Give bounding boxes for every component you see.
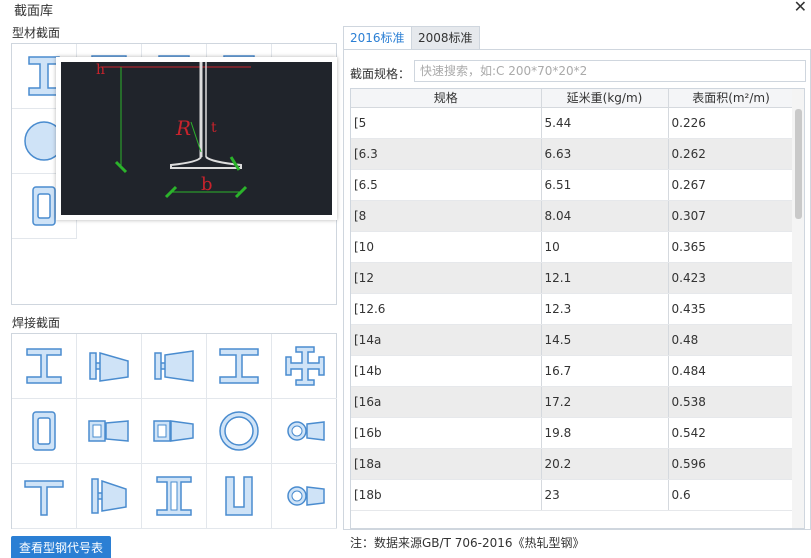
cell-area: 0.6 — [668, 479, 795, 511]
section-preview-popup: h R t b — [56, 57, 337, 220]
channel-section-drawing: h R t b — [96, 62, 251, 199]
cell-area: 0.307 — [668, 200, 795, 232]
welded-double-channel[interactable] — [142, 464, 207, 529]
cell-spec: [14a — [351, 324, 542, 356]
welded-panel — [11, 333, 337, 529]
table-row[interactable]: [14b 16.7 0.484 — [351, 355, 795, 387]
table-row[interactable]: [16a 17.2 0.538 — [351, 386, 795, 418]
welded-cross[interactable] — [272, 334, 337, 399]
cell-spec: [12 — [351, 262, 542, 294]
close-icon[interactable]: ✕ — [794, 0, 807, 16]
search-label: 截面规格： — [350, 67, 411, 81]
cell-spec: [12.6 — [351, 293, 542, 325]
cell-spec: [16a — [351, 386, 542, 418]
cell-spec: [6.3 — [351, 138, 542, 170]
table-row[interactable]: [18b 23 0.6 — [351, 479, 795, 511]
cell-area: 0.365 — [668, 231, 795, 263]
cell-spec: [6.5 — [351, 169, 542, 201]
cell-weight: 6.63 — [541, 138, 669, 170]
cell-area: 0.542 — [668, 417, 795, 449]
welded-pipe-tapered[interactable] — [272, 399, 337, 464]
welded-tapered-i-right[interactable] — [77, 334, 142, 399]
table-row[interactable]: [12 12.1 0.423 — [351, 262, 795, 294]
search-input[interactable] — [414, 60, 806, 82]
welded-pipe[interactable] — [207, 399, 272, 464]
cell-weight: 14.5 — [541, 324, 669, 356]
welded-t-section[interactable] — [12, 464, 77, 529]
welded-pipe-tapered-2[interactable] — [272, 464, 337, 529]
cell-spec: [18b — [351, 479, 542, 511]
header-area[interactable]: 表面积(m²/m) — [668, 89, 795, 108]
tab-2008[interactable]: 2008标准 — [411, 26, 480, 49]
cell-weight: 17.2 — [541, 386, 669, 418]
table-row[interactable]: [12.6 12.3 0.435 — [351, 293, 795, 325]
welded-i-beam-wide[interactable] — [207, 334, 272, 399]
cell-weight: 23 — [541, 479, 669, 511]
spec-table: 规格 延米重(kg/m) 表面积(m²/m) [5 5.44 0.226 [6.3 6… — [351, 89, 795, 511]
tab-2016[interactable]: 2016标准 — [343, 26, 412, 50]
cell-area: 0.484 — [668, 355, 795, 387]
cell-weight: 16.7 — [541, 355, 669, 387]
profile-section-label: 型材截面 — [12, 26, 61, 40]
cell-weight: 20.2 — [541, 448, 669, 480]
cell-spec: [10 — [351, 231, 542, 263]
section-preview-canvas: h R t b — [61, 62, 332, 215]
table-row[interactable]: [14a 14.5 0.48 — [351, 324, 795, 356]
cell-weight: 12.3 — [541, 293, 669, 325]
cell-spec: [8 — [351, 200, 542, 232]
cell-area: 0.423 — [668, 262, 795, 294]
welded-grid — [12, 334, 337, 529]
welded-u-section[interactable] — [207, 464, 272, 529]
cell-weight: 5.44 — [541, 107, 669, 139]
cell-weight: 12.1 — [541, 262, 669, 294]
label-r: R — [175, 116, 191, 140]
table-row[interactable]: [5 5.44 0.226 — [351, 107, 795, 139]
welded-box[interactable] — [12, 399, 77, 464]
table-row[interactable]: [8 8.04 0.307 — [351, 200, 795, 232]
welded-tapered-i-left[interactable] — [142, 334, 207, 399]
cell-area: 0.538 — [668, 386, 795, 418]
welded-t-tapered[interactable] — [77, 464, 142, 529]
welded-section-label: 焊接截面 — [12, 316, 61, 330]
spec-table-wrap: 规格 延米重(kg/m) 表面积(m²/m) [5 5.44 0.226 [6.3 6… — [350, 88, 805, 529]
label-b: b — [201, 174, 213, 195]
cell-area: 0.48 — [668, 324, 795, 356]
cell-area: 0.435 — [668, 293, 795, 325]
cell-spec: [16b — [351, 417, 542, 449]
welded-i-beam[interactable] — [12, 334, 77, 399]
data-source-note: 注：数据来源GB/T 706-2016《热轧型钢》 — [350, 536, 585, 550]
cell-spec: [14b — [351, 355, 542, 387]
standard-tabs: 2016标准 2008标准 — [343, 24, 811, 50]
header-weight[interactable]: 延米重(kg/m) — [541, 89, 669, 108]
table-row[interactable]: [6.3 6.63 0.262 — [351, 138, 795, 170]
table-row[interactable]: [10 10 0.365 — [351, 231, 795, 263]
table-header-row: 规格 延米重(kg/m) 表面积(m²/m) — [351, 89, 795, 108]
cell-spec: [18a — [351, 448, 542, 480]
cell-weight: 19.8 — [541, 417, 669, 449]
cell-weight: 6.51 — [541, 169, 669, 201]
standard-content: 截面规格： 规格 延米重(kg/m) 表面积(m²/m) [55.440.226… — [343, 49, 811, 550]
view-steel-codes-button[interactable]: 查看型钢代号表 — [11, 536, 112, 558]
header-spec[interactable]: 规格 — [351, 89, 542, 108]
cell-area: 0.596 — [668, 448, 795, 480]
cell-spec: [5 — [351, 107, 542, 139]
label-h: h — [96, 62, 105, 78]
welded-box-tapered-2[interactable] — [142, 399, 207, 464]
cell-weight: 8.04 — [541, 200, 669, 232]
cell-area: 0.267 — [668, 169, 795, 201]
table-row[interactable]: [18a 20.2 0.596 — [351, 448, 795, 480]
table-scrollbar-thumb[interactable] — [795, 109, 802, 219]
cell-area: 0.262 — [668, 138, 795, 170]
welded-box-tapered[interactable] — [77, 399, 142, 464]
label-t: t — [211, 120, 217, 136]
table-scrollbar[interactable] — [792, 89, 804, 528]
table-row[interactable]: [6.5 6.51 0.267 — [351, 169, 795, 201]
cell-weight: 10 — [541, 231, 669, 263]
cell-area: 0.226 — [668, 107, 795, 139]
table-row[interactable]: [16b 19.8 0.542 — [351, 417, 795, 449]
window-title: 截面库 — [14, 4, 54, 19]
standard-panel: 2016标准 2008标准 截面规格： 规格 延米重(kg/m) 表面积(m²/… — [343, 24, 811, 550]
